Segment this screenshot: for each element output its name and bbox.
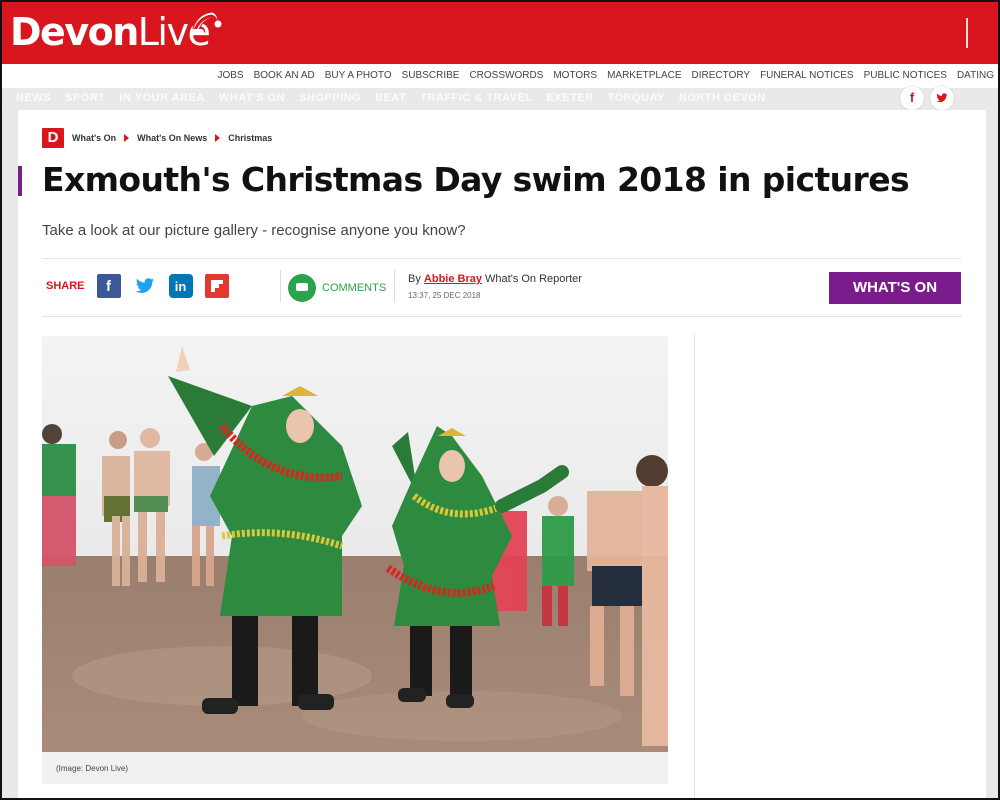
flipboard-share-icon[interactable] bbox=[204, 274, 229, 298]
twitter-icon[interactable] bbox=[930, 86, 954, 110]
comments-icon bbox=[288, 274, 316, 302]
comments-divider bbox=[394, 270, 395, 302]
utility-nav-item[interactable]: JOBS bbox=[217, 64, 243, 88]
twitter-share-icon[interactable] bbox=[133, 274, 157, 298]
utility-nav: JOBS BOOK AN AD BUY A PHOTO SUBSCRIBE CROSSW… bbox=[2, 64, 998, 88]
utility-nav-item[interactable]: PUBLIC NOTICES bbox=[864, 64, 947, 88]
section-logo[interactable]: D bbox=[42, 128, 64, 148]
comments-button[interactable]: COMMENTS bbox=[288, 274, 386, 302]
main-nav-item[interactable]: EXETER bbox=[547, 88, 594, 108]
linkedin-share-icon[interactable]: in bbox=[168, 274, 193, 298]
utility-nav-item[interactable]: MOTORS bbox=[553, 64, 597, 88]
main-nav-item[interactable]: SPORT bbox=[65, 88, 105, 108]
byline-prefix: By bbox=[408, 273, 421, 285]
utility-nav-item[interactable]: CROSSWORDS bbox=[469, 64, 543, 88]
main-nav-item[interactable]: BEAT bbox=[375, 88, 406, 108]
masthead-divider bbox=[966, 18, 968, 48]
breadcrumb-arrow-icon bbox=[124, 134, 130, 142]
publish-date: 13:37, 25 DEC 2018 bbox=[408, 291, 481, 300]
share-bar: SHARE f in bbox=[46, 274, 229, 298]
utility-nav-item[interactable]: BUY A PHOTO bbox=[325, 64, 392, 88]
breadcrumb-item-christmas[interactable]: Christmas bbox=[228, 133, 272, 143]
header-social: f bbox=[900, 86, 954, 110]
logo-text-devon: Devon bbox=[10, 10, 139, 54]
masthead: DevonLive bbox=[2, 2, 998, 64]
santa-hat-icon bbox=[190, 11, 222, 35]
column-divider bbox=[694, 334, 695, 798]
byline: By Abbie Bray What's On Reporter bbox=[408, 273, 582, 285]
divider bbox=[42, 316, 962, 317]
facebook-icon[interactable]: f bbox=[900, 86, 924, 110]
utility-nav-item[interactable]: DIRECTORY bbox=[692, 64, 751, 88]
main-nav-item[interactable]: WHAT'S ON bbox=[219, 88, 285, 108]
site-logo[interactable]: DevonLive bbox=[10, 10, 211, 54]
share-divider bbox=[280, 270, 281, 302]
utility-nav-item[interactable]: DATING bbox=[957, 64, 994, 88]
title-accent-bar bbox=[18, 166, 22, 196]
utility-nav-item[interactable]: MARKETPLACE bbox=[607, 64, 681, 88]
breadcrumb-item-whats-on[interactable]: What's On bbox=[72, 133, 116, 143]
article-photo[interactable] bbox=[42, 336, 668, 752]
article-standfirst: Take a look at our picture gallery - rec… bbox=[42, 222, 466, 239]
breadcrumb-arrow-icon bbox=[215, 134, 221, 142]
main-nav-item[interactable]: TORQUAY bbox=[608, 88, 665, 108]
article-image-container: (Image: Devon Live) bbox=[42, 336, 668, 784]
breadcrumb: D What's On What's On News Christmas bbox=[42, 128, 272, 148]
article-title: Exmouth's Christmas Day swim 2018 in pic… bbox=[42, 160, 910, 199]
main-nav-item[interactable]: TRAFFIC & TRAVEL bbox=[420, 88, 532, 108]
main-nav-item[interactable]: IN YOUR AREA bbox=[119, 88, 204, 108]
breadcrumb-item-whats-on-news[interactable]: What's On News bbox=[137, 133, 207, 143]
image-caption: (Image: Devon Live) bbox=[56, 764, 129, 773]
main-nav-item[interactable]: NORTH DEVON bbox=[679, 88, 766, 108]
utility-nav-item[interactable]: SUBSCRIBE bbox=[402, 64, 460, 88]
comments-label: COMMENTS bbox=[322, 282, 387, 294]
author-link[interactable]: Abbie Bray bbox=[424, 273, 482, 285]
author-role: What's On Reporter bbox=[485, 273, 582, 285]
main-nav: NEWS SPORT IN YOUR AREA WHAT'S ON SHOPPING BE… bbox=[2, 88, 998, 110]
whats-on-section-button[interactable]: WHAT'S ON bbox=[829, 272, 961, 304]
article-card: D What's On What's On News Christmas Exm… bbox=[18, 110, 986, 798]
divider bbox=[42, 258, 962, 259]
facebook-share-icon[interactable]: f bbox=[96, 274, 121, 298]
browser-frame: DevonLive JOBS BOOK AN AD BUY A PHOTO SUBSC… bbox=[0, 0, 1000, 800]
share-label: SHARE bbox=[46, 280, 85, 292]
main-nav-item[interactable]: NEWS bbox=[16, 88, 51, 108]
utility-nav-item[interactable]: BOOK AN AD bbox=[254, 64, 315, 88]
utility-nav-item[interactable]: FUNERAL NOTICES bbox=[760, 64, 854, 88]
main-nav-item[interactable]: SHOPPING bbox=[299, 88, 361, 108]
